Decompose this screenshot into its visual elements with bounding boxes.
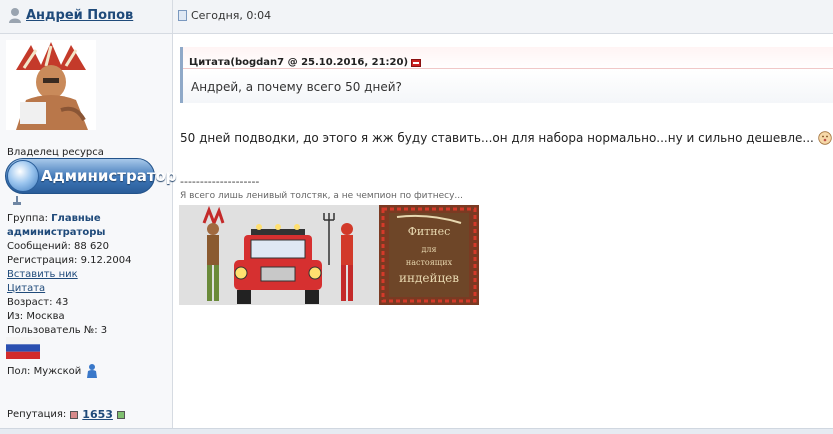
group-value: Главные: [51, 213, 101, 224]
banner-sub3: индейцев: [399, 271, 459, 285]
post-header: Андрей Попов Сегодня, 0:04: [0, 0, 833, 34]
author-name-link[interactable]: Андрей Попов: [26, 8, 133, 23]
user-number: Пользователь №: 3: [7, 325, 108, 336]
message-text: 50 дней подводки, до этого я жж буду ста…: [180, 131, 814, 145]
post-footer: [0, 428, 833, 434]
quote-header-text: Цитата(bogdan7 @ 25.10.2016, 21:20): [189, 57, 409, 68]
reputation-plus-icon[interactable]: [116, 410, 125, 419]
quote-header: Цитата(bogdan7 @ 25.10.2016, 21:20): [189, 57, 422, 68]
insert-nick-link[interactable]: Вставить ник: [7, 268, 132, 282]
banner-title: Фитнес: [408, 225, 451, 238]
quote-link[interactable]: Цитата: [7, 282, 132, 296]
post-author: Андрей Попов: [8, 7, 133, 23]
age: Возраст: 43: [7, 297, 69, 308]
male-icon: [87, 364, 98, 378]
quote-block: Цитата(bogdan7 @ 25.10.2016, 21:20) Андр…: [180, 47, 833, 103]
location: Из: Москва: [7, 311, 65, 322]
quote-divider: [183, 68, 833, 69]
post-date-text: Сегодня, 0:04: [191, 9, 272, 22]
reputation-value[interactable]: 1653: [82, 408, 113, 421]
signature-text: Я всего лишь ленивый толстяк, а не чемпи…: [180, 191, 464, 201]
group-line: Группа: Главные: [7, 212, 132, 226]
document-icon: [178, 10, 187, 21]
registration-date: Регистрация: 9.12.2004: [7, 255, 132, 266]
owner-label: Владелец ресурса: [7, 147, 104, 158]
admin-badge-text: Администратор: [41, 167, 177, 185]
smile-icon: [818, 131, 832, 145]
group-label: Группа:: [7, 213, 48, 224]
author-info: Группа: Главные администраторы Сообщений…: [7, 212, 132, 338]
group-value-2: администраторы: [7, 227, 106, 238]
post-message: 50 дней подводки, до этого я жж буду ста…: [180, 131, 832, 145]
gender: Пол: Мужской: [7, 364, 98, 378]
author-sidebar: Владелец ресурса Администратор Группа: Г…: [0, 34, 177, 433]
badge-stand-icon: [13, 196, 21, 205]
russia-flag-icon: [6, 337, 40, 359]
signature-banner: Фитнес для настоящих индейцев: [179, 205, 479, 305]
reputation: Репутация: 1653: [7, 408, 125, 421]
admin-badge: Администратор: [5, 158, 177, 194]
column-divider: [172, 0, 173, 433]
back-arrow-icon[interactable]: [411, 58, 422, 67]
avatar: [6, 40, 96, 130]
posts-count: Сообщений: 88 620: [7, 241, 110, 252]
globe-icon: [7, 160, 39, 192]
reputation-minus-icon[interactable]: [70, 410, 79, 419]
user-icon: [9, 8, 21, 23]
signature-separator: --------------------: [180, 175, 260, 188]
banner-sub2: настоящих: [406, 258, 453, 267]
gender-text: Пол: Мужской: [7, 365, 82, 377]
reputation-label: Репутация:: [7, 409, 67, 420]
banner-sub1: для: [421, 245, 436, 254]
quote-text: Андрей, а почему всего 50 дней?: [191, 80, 402, 94]
post-date: Сегодня, 0:04: [178, 9, 271, 22]
